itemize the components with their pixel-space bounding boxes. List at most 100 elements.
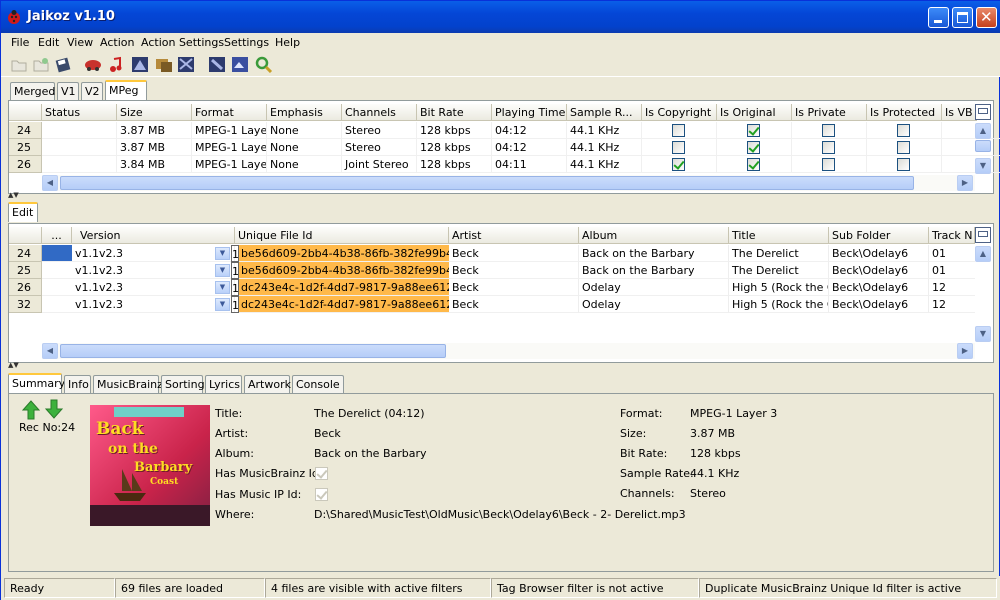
protected-checkbox[interactable] [897,158,910,171]
cell-emphasis[interactable]: None [267,122,342,139]
cell-channels[interactable]: Stereo [342,122,417,139]
horizontal-scroll-thumb[interactable] [60,176,914,190]
tab-v1[interactable]: V1 [57,82,79,100]
unique-file-id-cell[interactable]: be56d609-2bb4-4b38-86fb-382fe99b407e [239,245,449,262]
edit-scroll-up-icon[interactable]: ▲ [975,246,991,262]
artist-cell[interactable]: Beck [449,245,579,262]
title-cell[interactable]: The Derelict [729,262,829,279]
search-icon[interactable] [255,56,273,73]
vertical-scroll-thumb[interactable] [975,140,991,152]
private-checkbox[interactable] [822,141,835,154]
row-number[interactable]: 26 [9,156,42,173]
col-emphasis[interactable]: Emphasis [267,104,342,121]
close-button[interactable]: ✕ [976,7,997,28]
album-cell[interactable]: Odelay [579,279,729,296]
cell-bitrate[interactable]: 128 kbps [417,122,492,139]
unique-file-id-cell[interactable]: dc243e4c-1d2f-4dd7-9817-9a88ee612897 [239,279,449,296]
cell-size[interactable]: 3.84 MB [117,156,192,173]
col-version[interactable]: Version [72,227,235,244]
row-number[interactable]: 25 [9,262,42,279]
version-dropdown-icon[interactable]: ▼ [215,298,230,311]
original-checkbox[interactable] [747,124,760,137]
row-number[interactable]: 26 [9,279,42,296]
cell-playing-time[interactable]: 04:11 [492,156,567,173]
splitter-bottom[interactable]: ▲▼ [6,361,996,372]
version-dropdown-icon[interactable]: ▼ [215,247,230,260]
album-cell[interactable]: Back on the Barbary [579,262,729,279]
menu-edit[interactable]: Edit [38,36,59,49]
protected-checkbox[interactable] [897,141,910,154]
column-chooser-icon[interactable] [975,104,991,120]
edit-column-chooser-icon[interactable] [975,227,991,243]
artist-cell[interactable]: Beck [449,296,579,313]
arrow-up-icon[interactable] [21,400,41,420]
cell-sample-rate[interactable]: 44.1 KHz [567,156,642,173]
row-number[interactable]: 32 [9,296,42,313]
car-icon[interactable] [84,56,102,73]
tag-scan-icon[interactable] [208,56,226,73]
version-cell[interactable]: v1.1v2.3 [72,296,235,313]
cell-playing-time[interactable]: 04:12 [492,139,567,156]
row-number[interactable]: 24 [9,245,42,262]
row-select-cell[interactable] [42,262,72,279]
cell-size[interactable]: 3.87 MB [117,122,192,139]
title-bar[interactable]: Jaikoz v1.10 ✕ [1,1,1000,33]
title-cell[interactable]: The Derelict [729,245,829,262]
album-cell[interactable]: Odelay [579,296,729,313]
cell-format[interactable]: MPEG-1 Layer 3 [192,156,267,173]
maximize-button[interactable] [952,7,973,28]
col-bitrate[interactable]: Bit Rate [417,104,492,121]
edit-scroll-right-icon[interactable]: ▶ [957,343,973,359]
scroll-right-icon[interactable]: ▶ [957,175,973,191]
edit-horizontal-scroll-thumb[interactable] [60,344,446,358]
music-note-icon[interactable] [107,56,125,73]
mpeg-horizontal-scrollbar[interactable]: ◀ ▶ [42,175,975,191]
tag-image-icon[interactable] [131,56,149,73]
col-sub-folder[interactable]: Sub Folder [829,227,929,244]
version-cell[interactable]: v1.1v2.3 [72,279,235,296]
col-is-protected[interactable]: Is Protected [867,104,942,121]
version-dropdown-icon[interactable]: ▼ [215,264,230,277]
menu-view[interactable]: View [67,36,93,49]
save-icon[interactable] [54,56,72,73]
unique-file-id-cell[interactable]: dc243e4c-1d2f-4dd7-9817-9a88ee612897 [239,296,449,313]
col-playing-time[interactable]: Playing Time [492,104,567,121]
scroll-up-icon[interactable]: ▲ [975,123,991,139]
row-select-cell[interactable] [42,296,72,313]
tab-v2[interactable]: V2 [81,82,103,100]
cell-status[interactable] [42,156,117,173]
music-brainz-icon[interactable] [155,56,173,73]
col-more[interactable]: ... [42,227,72,244]
cell-channels[interactable]: Stereo [342,139,417,156]
original-checkbox[interactable] [747,158,760,171]
menu-action[interactable]: Action [100,36,134,49]
row-number[interactable]: 24 [9,122,42,139]
cell-emphasis[interactable]: None [267,139,342,156]
cell-size[interactable]: 3.87 MB [117,139,192,156]
cell-format[interactable]: MPEG-1 Layer 3 [192,122,267,139]
col-is-copyright[interactable]: Is Copyright [642,104,717,121]
tab-musicbrainz[interactable]: MusicBrainz [93,375,163,393]
copyright-checkbox[interactable] [672,141,685,154]
scroll-down-icon[interactable]: ▼ [975,158,991,174]
add-folder-icon[interactable] [32,56,50,73]
open-folder-icon[interactable] [10,56,28,73]
cell-status[interactable] [42,122,117,139]
version-cell[interactable]: v1.1v2.3 [72,262,235,279]
edit-scroll-left-icon[interactable]: ◀ [42,343,58,359]
edit-horizontal-scrollbar[interactable]: ◀ ▶ [42,343,975,359]
sub-folder-cell[interactable]: Beck\Odelay6 [829,245,929,262]
col-album[interactable]: Album [579,227,729,244]
col-artist[interactable]: Artist [449,227,579,244]
tab-artwork[interactable]: Artwork [244,375,291,393]
col-unique-file-id[interactable]: Unique File Id [235,227,449,244]
arrow-down-icon[interactable] [44,399,64,419]
private-checkbox[interactable] [822,158,835,171]
row-number[interactable]: 25 [9,139,42,156]
edit-scroll-down-icon[interactable]: ▼ [975,326,991,342]
tab-console[interactable]: Console [292,375,344,393]
row-select-cell[interactable] [42,279,72,296]
title-cell[interactable]: High 5 (Rock the Cat [729,279,829,296]
image-search-icon[interactable] [231,56,249,73]
copyright-checkbox[interactable] [672,158,685,171]
